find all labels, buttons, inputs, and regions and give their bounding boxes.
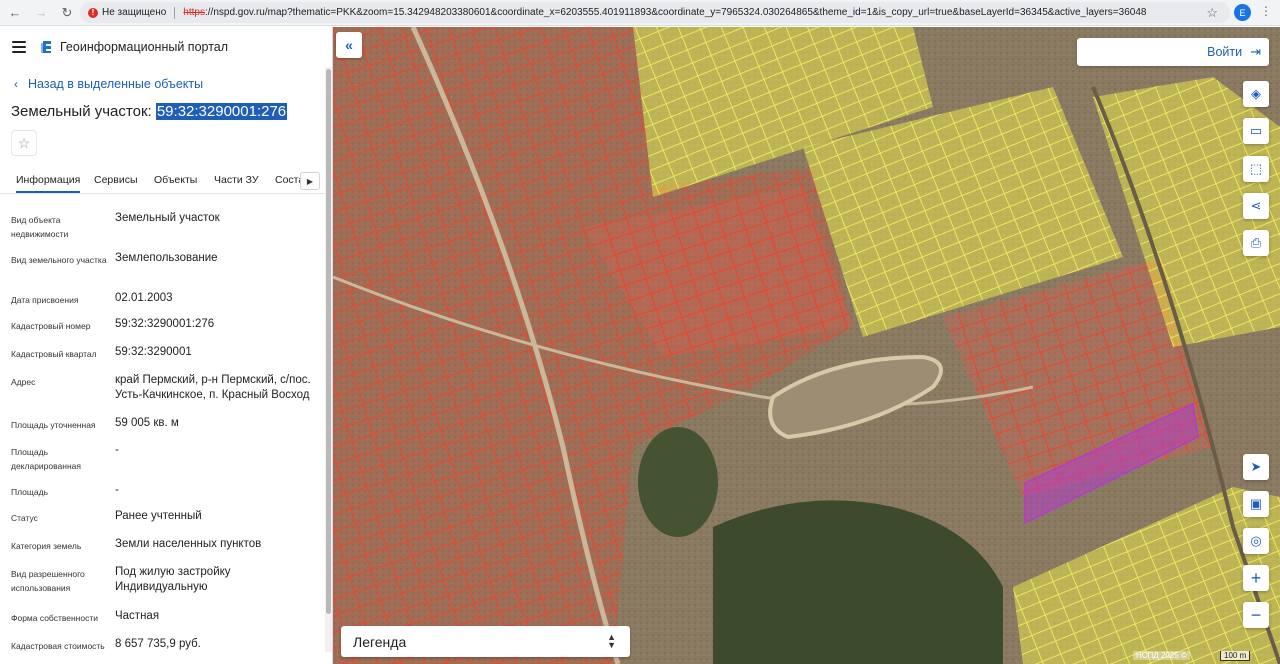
tab-parts[interactable]: Части ЗУ: [214, 174, 259, 186]
legend-dropdown[interactable]: Легенда ▲ ▼: [341, 626, 630, 657]
sidebar-header: Геоинформационный портал: [0, 27, 332, 67]
tab-services[interactable]: Сервисы: [94, 174, 138, 186]
browser-menu-icon[interactable]: ⋮: [1260, 4, 1272, 18]
locate-button[interactable]: ➤: [1243, 454, 1269, 480]
object-title: Земельный участок: 59:32:3290001:276: [11, 103, 288, 120]
select-area-button[interactable]: ⬚: [1243, 156, 1269, 182]
triangle-right-icon: ▶: [306, 176, 314, 186]
zoom-in-icon: +: [1250, 567, 1262, 588]
zoom-out-icon: −: [1250, 604, 1262, 625]
scrollbar-thumb[interactable]: [326, 69, 331, 614]
geo-search-button[interactable]: ◎: [1243, 528, 1269, 554]
chevron-left-icon: ‹: [14, 77, 18, 91]
address-bar[interactable]: ! Не защищено https://nspd.gov.ru/map?th…: [80, 2, 1230, 23]
select-area-icon: ⬚: [1249, 161, 1263, 176]
cadastral-number-highlight[interactable]: 59:32:3290001:276: [155, 103, 288, 120]
tab-information[interactable]: Информация: [16, 174, 81, 193]
hamburger-menu-icon[interactable]: [12, 41, 26, 53]
share-button[interactable]: ⋖: [1243, 193, 1269, 219]
collapse-panel-button[interactable]: «: [336, 32, 362, 58]
sidebar-scrollbar[interactable]: [325, 67, 332, 652]
print-icon: ⎙: [1250, 235, 1262, 250]
info-sidebar: Геоинформационный портал ‹ Назад в выдел…: [0, 27, 333, 664]
geo-search-icon: ◎: [1250, 533, 1262, 548]
security-indicator[interactable]: ! Не защищено: [88, 7, 166, 18]
forward-icon[interactable]: →: [30, 2, 52, 24]
login-button[interactable]: Войти ⇥: [1077, 38, 1269, 66]
minimap-button[interactable]: ▣: [1243, 491, 1269, 517]
zoom-out-button[interactable]: −: [1243, 602, 1269, 628]
warning-icon: !: [88, 7, 98, 18]
map-attribution: НСПД 2025 ©: [1133, 651, 1190, 660]
map-canvas[interactable]: « Войти ⇥ ◈ ▭ ⬚ ⋖ ⎙ ➤ ▣ ◎ + − Легенда ▲ ▼…: [333, 27, 1280, 664]
minimap-icon: ▣: [1249, 496, 1263, 511]
ruler-button[interactable]: ▭: [1243, 118, 1269, 144]
bookmark-star-icon[interactable]: ☆: [1206, 5, 1218, 21]
zoom-in-button[interactable]: +: [1243, 565, 1269, 591]
portal-title: Геоинформационный портал: [60, 40, 229, 54]
satellite-map: [333, 27, 1280, 664]
share-icon: ⋖: [1250, 198, 1262, 213]
security-label: Не защищено: [102, 7, 167, 18]
locate-icon: ➤: [1250, 459, 1262, 474]
star-icon: ☆: [17, 134, 31, 151]
portal-logo-icon: [40, 40, 52, 54]
back-to-selected-link[interactable]: ‹ Назад в выделенные объекты: [14, 77, 203, 91]
layers-icon: ◈: [1251, 86, 1261, 101]
url-text[interactable]: https://nspd.gov.ru/map?thematic=PKK&zoo…: [183, 7, 1146, 18]
print-button[interactable]: ⎙: [1243, 230, 1269, 256]
reload-icon[interactable]: ↻: [56, 2, 78, 24]
tab-objects[interactable]: Объекты: [154, 174, 197, 186]
expand-toggle-icon: ▲ ▼: [607, 632, 616, 650]
forest-patch: [638, 427, 718, 537]
profile-avatar[interactable]: E: [1234, 4, 1251, 21]
favorite-star-button[interactable]: ☆: [11, 130, 37, 156]
ruler-icon: ▭: [1249, 123, 1263, 138]
back-icon[interactable]: ←: [4, 2, 26, 24]
map-scale: 100 m: [1220, 651, 1251, 661]
tab-bar: Информация Сервисы Объекты Части ЗУ Сост…: [0, 170, 325, 194]
double-chevron-left-icon: «: [345, 37, 353, 53]
browser-toolbar: ← → ↻ ! Не защищено https://nspd.gov.ru/…: [0, 0, 1280, 26]
layers-button[interactable]: ◈: [1243, 81, 1269, 107]
login-icon: ⇥: [1250, 44, 1261, 59]
tab-scroll-right-button[interactable]: ▶: [300, 172, 320, 190]
